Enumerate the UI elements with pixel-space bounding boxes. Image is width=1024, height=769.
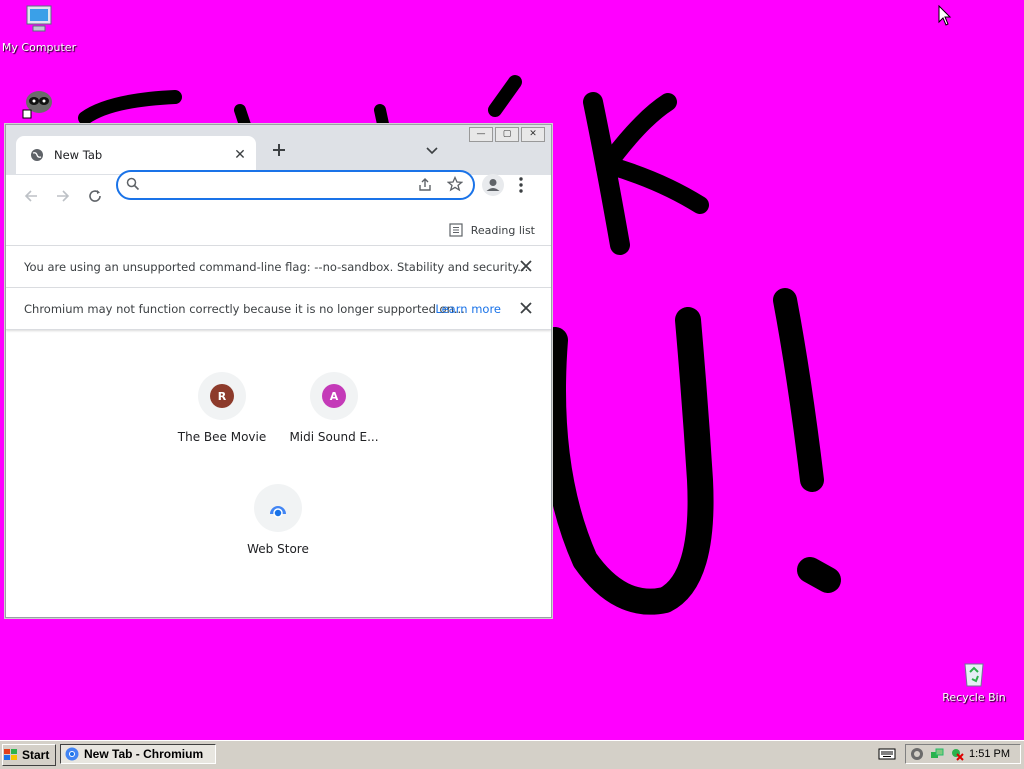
shortcut-label: The Bee Movie <box>177 430 267 444</box>
share-icon[interactable] <box>417 176 433 192</box>
back-arrow-icon <box>24 190 37 202</box>
close-tab-icon[interactable]: ✕ <box>232 147 248 163</box>
taskbar: Start New Tab - Chromium 1:51 PM <box>0 740 1024 769</box>
close-window-button[interactable]: ✕ <box>521 127 545 142</box>
forward-button[interactable] <box>52 185 74 207</box>
taskbar-clock: 1:51 PM <box>969 748 1010 760</box>
plus-icon <box>273 144 285 156</box>
close-icon[interactable] <box>519 259 533 273</box>
tab-strip: — ▢ ✕ New Tab ✕ <box>6 125 551 175</box>
keyboard-icon[interactable] <box>878 746 896 760</box>
chromium-icon <box>65 747 79 761</box>
chevron-down-icon <box>426 147 438 155</box>
address-bar[interactable] <box>116 170 475 200</box>
my-computer-icon <box>26 5 52 32</box>
shortcut-icon-circle <box>254 484 302 532</box>
browser-window: — ▢ ✕ New Tab ✕ Reading list You are usi… <box>5 124 552 618</box>
back-button[interactable] <box>20 185 42 207</box>
start-label: Start <box>22 748 50 762</box>
desktop-icon-my-computer[interactable]: My Computer <box>0 2 84 54</box>
infobar-no-sandbox: You are using an unsupported command-lin… <box>6 245 551 287</box>
shortcut-letter-icon: A <box>322 384 346 408</box>
shortcut-label: Web Store <box>247 542 309 556</box>
shortcut-label: Midi Sound E... <box>289 430 379 444</box>
kebab-menu-icon <box>519 177 523 193</box>
tab-new-tab[interactable]: New Tab ✕ <box>16 136 256 174</box>
raccoon-shortcut-icon <box>22 91 52 119</box>
mouse-cursor-icon <box>938 5 952 26</box>
shortcut-icon-circle: A <box>310 372 358 420</box>
infobar-message: You are using an unsupported command-lin… <box>24 259 529 274</box>
taskbar-item-chromium[interactable]: New Tab - Chromium <box>60 744 216 764</box>
new-tab-button[interactable] <box>268 139 290 161</box>
bookmark-star-icon[interactable] <box>447 176 463 192</box>
desktop-icon-raccoon-shortcut[interactable] <box>0 84 84 123</box>
desktop-icon-label: My Computer <box>1 41 77 54</box>
web-store-icon <box>270 506 286 518</box>
reading-list-icon <box>449 223 463 237</box>
new-tab-page: R The Bee Movie A Midi Sound E... Web St… <box>6 330 551 617</box>
forward-arrow-icon <box>57 190 70 202</box>
learn-more-link[interactable]: Learn more <box>435 302 501 316</box>
globe-icon <box>31 149 43 161</box>
bookmarks-bar: Reading list <box>6 215 551 245</box>
reload-button[interactable] <box>84 185 106 207</box>
security-alert-icon[interactable] <box>950 747 964 761</box>
infobar-message: Chromium may not function correctly beca… <box>24 301 465 316</box>
desktop-icon-label: Recycle Bin <box>942 691 1006 704</box>
browser-menu-button[interactable] <box>518 175 524 198</box>
minimize-button[interactable]: — <box>469 127 493 142</box>
system-tray: 1:51 PM <box>905 744 1021 764</box>
infobar-container: You are using an unsupported command-lin… <box>6 245 551 330</box>
infobar-unsupported: Chromium may not function correctly beca… <box>6 287 551 329</box>
reload-icon <box>89 190 101 202</box>
start-button[interactable]: Start <box>2 744 56 766</box>
tray-app-icon[interactable] <box>910 747 924 761</box>
shortcut-tile[interactable]: R The Bee Movie <box>167 372 277 444</box>
shortcut-tile[interactable]: A Midi Sound E... <box>279 372 389 444</box>
window-controls: — ▢ ✕ <box>469 127 545 142</box>
close-icon[interactable] <box>519 301 533 315</box>
profile-avatar-button[interactable] <box>482 174 504 196</box>
omnibox-input[interactable] <box>150 175 394 195</box>
recycle-bin-icon <box>964 663 984 687</box>
person-icon <box>486 179 500 191</box>
search-icon <box>126 177 140 191</box>
maximize-button[interactable]: ▢ <box>495 127 519 142</box>
tab-search-button[interactable] <box>422 141 442 161</box>
tab-title: New Tab <box>54 148 103 162</box>
shortcut-icon-circle: R <box>198 372 246 420</box>
windows-logo-icon <box>4 749 17 760</box>
shortcut-letter-icon: R <box>210 384 234 408</box>
shortcut-tile[interactable]: Web Store <box>223 484 333 556</box>
taskbar-item-label: New Tab - Chromium <box>84 747 204 761</box>
network-icon[interactable] <box>930 747 944 761</box>
desktop-icon-recycle-bin[interactable]: Recycle Bin <box>929 656 1019 704</box>
reading-list-button[interactable]: Reading list <box>449 223 535 237</box>
reading-list-label: Reading list <box>470 223 535 237</box>
